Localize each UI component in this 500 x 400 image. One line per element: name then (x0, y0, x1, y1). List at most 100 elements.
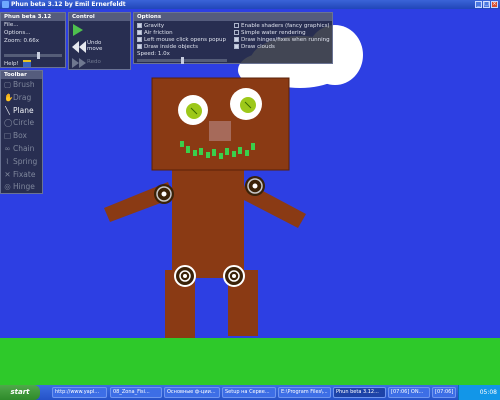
control-panel: Control Undo move Redo (68, 12, 131, 70)
help-label: Help! (4, 61, 19, 67)
hinge-icon: ◎ (4, 182, 11, 192)
option-label: Simple water rendering (241, 30, 306, 36)
window-title: Phun beta 3.12 by Emil Ernerfeldt (11, 1, 126, 8)
left-option-1[interactable]: Air friction (137, 30, 233, 37)
spring-icon: ⌇ (5, 156, 10, 166)
taskbar-item[interactable]: [07:06] ON... (388, 387, 430, 398)
help-link[interactable]: Help! (1, 60, 31, 68)
tool-circle[interactable]: ◯Circle (1, 117, 42, 130)
zoom-slider[interactable] (4, 52, 62, 59)
option-checkbox[interactable] (137, 37, 142, 42)
taskbar-item[interactable]: Phun beta 3.12... (333, 387, 386, 398)
zoom-slider-thumb[interactable] (37, 52, 40, 59)
right-option-2[interactable]: Draw hinges/fixes when running (234, 37, 332, 44)
taskbar-item[interactable]: Setup на Серве... (222, 387, 276, 398)
hip-hinge-left[interactable] (174, 265, 196, 287)
window-titlebar[interactable]: Phun beta 3.12 by Emil Ernerfeldt _ □ × (0, 0, 500, 9)
option-label: Draw hinges/fixes when running (241, 37, 330, 43)
hand-icon: ✋ (4, 92, 14, 102)
tool-brush[interactable]: ▢ Brush (1, 79, 42, 92)
flag-icon (22, 60, 31, 67)
option-label: Left mouse click opens popup (144, 37, 227, 43)
control-panel-title: Control (69, 13, 130, 21)
windows-taskbar: start http://www.yapl... 08_Zona_Fisi... О… (0, 385, 500, 400)
speed-slider-thumb[interactable] (181, 57, 184, 64)
tool-fixate[interactable]: ✕ Fixate (1, 169, 42, 182)
speed-readout: Speed: 1.0x (137, 51, 170, 57)
fast-forward-icon (72, 58, 86, 68)
option-label: Draw clouds (241, 44, 275, 50)
ground (0, 338, 500, 392)
option-label: Gravity (144, 23, 165, 29)
play-button[interactable] (73, 24, 83, 36)
robot-nose (209, 121, 231, 141)
shoulder-hinge-right[interactable] (245, 176, 265, 196)
play-icon (73, 24, 83, 36)
start-label: start (10, 388, 30, 396)
circle-icon: ◯ (4, 118, 13, 128)
shoulder-hinge-left[interactable] (154, 184, 174, 204)
start-button[interactable]: start (0, 385, 40, 400)
option-checkbox[interactable] (234, 23, 239, 28)
tool-label: Box (13, 131, 27, 141)
redo-label: Redo (87, 59, 101, 65)
options-panel: Options Gravity Air friction Left mouse cl… (133, 12, 333, 64)
toolbar-title: Toolbar (1, 71, 42, 79)
tool-box[interactable]: □ Box (1, 130, 42, 143)
robot-torso (172, 168, 244, 278)
option-label: Air friction (144, 30, 173, 36)
main-menu-panel: Phun beta 3.12 File... Options... Zoom: … (0, 12, 66, 68)
right-option-0[interactable]: Enable shaders (fancy graphics) (234, 23, 332, 30)
right-option-1[interactable]: Simple water rendering (234, 30, 332, 37)
option-checkbox[interactable] (234, 30, 239, 35)
tool-label: Spring (13, 156, 38, 166)
option-checkbox[interactable] (137, 30, 142, 35)
rewind-icon (72, 41, 86, 53)
option-checkbox[interactable] (137, 44, 142, 49)
speed-slider[interactable] (137, 57, 227, 64)
options-panel-title: Options (134, 13, 332, 21)
taskbar-item[interactable]: E:\Program Files\... (278, 387, 331, 398)
app-icon (2, 1, 9, 8)
undo-button[interactable]: Undo move (72, 40, 112, 54)
option-label: Enable shaders (fancy graphics) (241, 23, 330, 29)
left-option-2[interactable]: Left mouse click opens popup (137, 37, 233, 44)
clock: 05:08 (479, 389, 497, 396)
option-checkbox[interactable] (137, 23, 142, 28)
plane-icon: ╲ (5, 105, 10, 115)
close-button[interactable]: × (491, 1, 498, 8)
tool-label: Chain (13, 143, 35, 153)
option-checkbox[interactable] (234, 37, 239, 42)
tool-label: Hinge (13, 182, 35, 192)
toolbar-panel: Toolbar ▢ Brush ✋Drag ╲ Plane ◯Circle □ Box ∞ Cha… (0, 70, 43, 194)
tool-label: Plane (13, 105, 34, 115)
box-icon: □ (4, 131, 12, 141)
file-menu-item[interactable]: File... (1, 21, 65, 29)
menu-panel-title: Phun beta 3.12 (1, 13, 65, 21)
taskbar-item[interactable]: [07:06] ON... (432, 387, 456, 398)
tool-drag[interactable]: ✋Drag (1, 92, 42, 105)
right-option-3[interactable]: Draw clouds (234, 44, 332, 51)
tool-spring[interactable]: ⌇ Spring (1, 156, 42, 169)
taskbar-item[interactable]: Основные ф-ции... (164, 387, 220, 398)
undo-action-label: move (87, 46, 103, 52)
tool-plane[interactable]: ╲ Plane (1, 105, 42, 118)
zoom-readout: Zoom: 0.66x (4, 38, 39, 44)
redo-button[interactable]: Redo (72, 57, 112, 69)
left-option-3[interactable]: Draw inside objects (137, 44, 233, 51)
tool-label: Brush (13, 80, 35, 89)
taskbar-item[interactable]: http://www.yapl... (52, 387, 107, 398)
left-option-0[interactable]: Gravity (137, 23, 233, 30)
options-menu-item[interactable]: Options... (1, 29, 65, 37)
option-label: Draw inside objects (144, 44, 198, 50)
taskbar-item[interactable]: 08_Zona_Fisi... (110, 387, 162, 398)
chain-icon: ∞ (4, 143, 11, 153)
hip-hinge-right[interactable] (223, 265, 245, 287)
tool-hinge[interactable]: ◎ Hinge (1, 181, 42, 194)
maximize-button[interactable]: □ (483, 1, 490, 8)
robot[interactable] (104, 77, 306, 338)
tool-label: Circle (13, 118, 35, 128)
tool-chain[interactable]: ∞ Chain (1, 143, 42, 156)
minimize-button[interactable]: _ (475, 1, 482, 8)
option-checkbox[interactable] (234, 44, 239, 49)
